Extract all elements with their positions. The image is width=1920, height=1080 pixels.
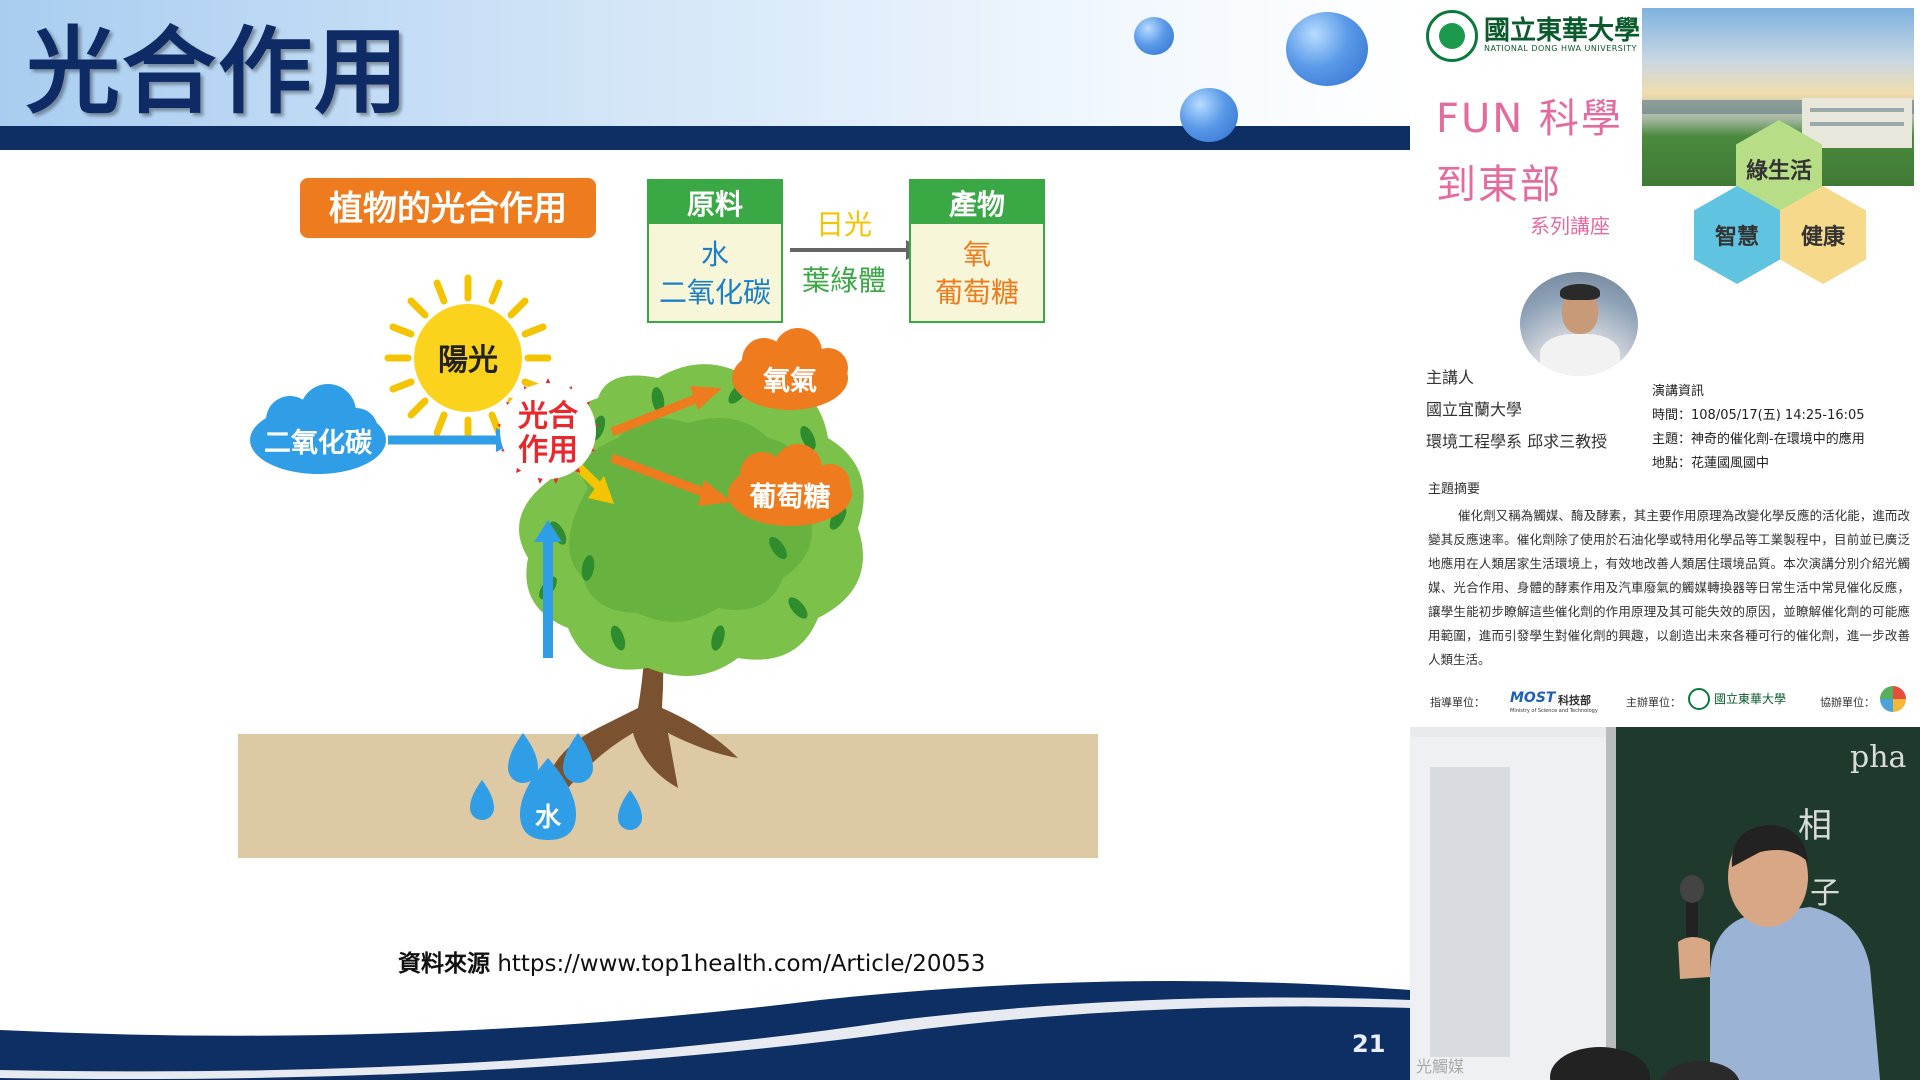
classroom-photo: pha 相 子 光觸媒 <box>1410 727 1920 1080</box>
condition-sunlight: 日光 <box>816 208 872 241</box>
slide-footer <box>0 981 1410 1080</box>
oxygen-label: 氧氣 <box>762 366 817 397</box>
speaker-role: 主講人 <box>1426 368 1475 387</box>
sponsor-row: 指導單位： MOST 科技部 Ministry of Science and T… <box>1430 686 1910 716</box>
info-topic: 主題：神奇的催化劑-在環境中的應用 <box>1652 432 1865 447</box>
co-organizer-logo-icon <box>1880 686 1906 712</box>
glucose-label: 葡萄糖 <box>750 481 831 513</box>
presenter-body <box>1710 907 1880 1080</box>
decor-bubble <box>1286 12 1368 86</box>
host-label: 主辦單位： <box>1626 696 1681 709</box>
poster-title-line1: FUN 科學 <box>1436 96 1623 142</box>
product-item-oxygen: 氧 <box>963 238 991 271</box>
raw-header: 原料 <box>687 188 743 221</box>
raw-item-water: 水 <box>701 238 729 271</box>
info-title: 演講資訊 <box>1652 384 1705 399</box>
screen-text: 光觸媒 <box>1416 1057 1464 1076</box>
abstract-text: 催化劑又稱為觸媒、酶及酵素，其主要作用原理為改變化學反應的活化能，進而改變其反應… <box>1428 508 1910 667</box>
board-text: 相 <box>1798 806 1832 846</box>
water-label: 水 <box>535 803 562 833</box>
most-name: 科技部 <box>1558 694 1591 707</box>
sun-label: 陽光 <box>438 343 498 378</box>
board-text: 子 <box>1810 876 1840 911</box>
page-number: 21 <box>1352 1030 1386 1058</box>
co-label: 協辦單位： <box>1820 696 1875 709</box>
presenter-hand <box>1678 937 1710 979</box>
board-text: pha <box>1850 740 1907 775</box>
university-logo-icon <box>1426 10 1478 62</box>
abstract-title: 主題摘要 <box>1428 482 1481 497</box>
host-name: 國立東華大學 <box>1714 692 1787 706</box>
most-name-en: Ministry of Science and Technology <box>1510 708 1598 714</box>
photosynthesis-diagram: 植物的光合作用 原料 水 二氧化碳 日光 葉綠體 產物 氧 葡萄糖 陽光 光合 … <box>238 178 1098 858</box>
host-logo-icon <box>1688 688 1710 710</box>
university-name: 國立東華大學 <box>1484 16 1641 46</box>
decor-bubble <box>1180 88 1238 142</box>
center-label-1: 光合 <box>518 399 578 434</box>
classroom-scene: pha 相 子 光觸媒 <box>1410 727 1920 1080</box>
lecture-poster: 國立東華大學 NATIONAL DONG HWA UNIVERSITY FUN … <box>1410 0 1920 727</box>
condition-chloroplast: 葉綠體 <box>802 264 886 297</box>
speaker-dept: 環境工程學系 邱求三教授 <box>1426 432 1608 451</box>
product-header: 產物 <box>949 188 1005 221</box>
slide-title: 光合作用 <box>26 18 411 127</box>
most-logo: MOST <box>1510 690 1556 706</box>
raw-item-co2: 二氧化碳 <box>659 276 771 309</box>
poster-series: 系列講座 <box>1530 214 1610 238</box>
decor-bubble <box>1134 17 1174 55</box>
speaker-avatar <box>1520 272 1638 376</box>
speaker-school: 國立宜蘭大學 <box>1426 400 1523 419</box>
info-place: 地點：花蓮國風國中 <box>1652 456 1770 471</box>
poster-title-line2: 到東部 <box>1436 162 1562 208</box>
presentation-slide: 光合作用 植物的光合作用 原料 水 二氧化碳 日光 葉綠體 產物 氧 葡萄糖 陽… <box>0 0 1410 1080</box>
diagram-heading: 植物的光合作用 <box>329 189 567 229</box>
info-time: 時間：108/05/17(五) 14:25-16:05 <box>1652 408 1865 423</box>
product-item-glucose: 葡萄糖 <box>935 276 1019 309</box>
university-name-en: NATIONAL DONG HWA UNIVERSITY <box>1484 44 1638 53</box>
center-label-2: 作用 <box>518 433 578 468</box>
co2-label: 二氧化碳 <box>264 428 373 459</box>
guide-label: 指導單位： <box>1430 696 1485 709</box>
microphone-head <box>1680 875 1704 903</box>
